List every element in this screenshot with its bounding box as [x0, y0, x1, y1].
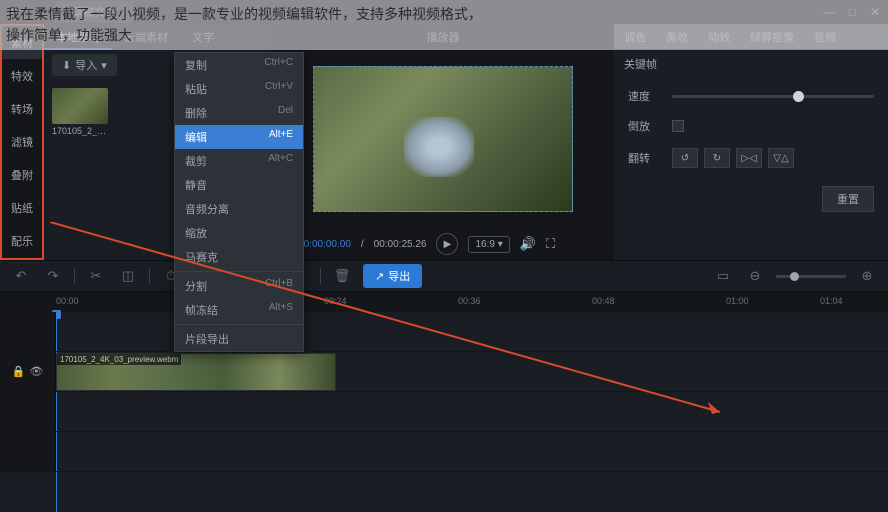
crop-icon[interactable]: ◫ [117, 265, 139, 287]
track-row [0, 432, 888, 472]
thumb-image [52, 88, 108, 124]
menu-export-clip[interactable]: 片段导出 [175, 327, 303, 351]
track-head[interactable] [0, 432, 56, 471]
zoom-slider[interactable] [776, 275, 846, 278]
context-menu: 复制Ctrl+C 粘贴Ctrl+V 删除Del 编辑Alt+E 裁剪Alt+C … [174, 52, 304, 352]
download-icon: ⬇ [62, 59, 71, 72]
timeline: 00:00 00:12 00:24 00:36 00:48 01:00 01:0… [0, 292, 888, 472]
menu-crop[interactable]: 裁剪Alt+C [175, 149, 303, 173]
fullscreen-icon[interactable]: ⛶ [546, 236, 555, 252]
track-head[interactable]: 🔒 👁 [0, 352, 56, 391]
redo-icon[interactable]: ↷ [42, 265, 64, 287]
menu-mute[interactable]: 静音 [175, 173, 303, 197]
properties-panel: 调色 美妆 动效 绿屏抠像 音频 关键帧 速度 倒放 翻转 ↺ ↻ ▷◁ [614, 24, 888, 260]
time-sep: / [361, 239, 364, 250]
undo-icon[interactable]: ↶ [10, 265, 32, 287]
eye-icon[interactable]: 👁 [29, 365, 43, 378]
sidebar-item-effects[interactable]: 特效 [2, 59, 42, 92]
lock-icon[interactable]: 🔒 [12, 365, 26, 378]
export-icon: ↗ [375, 270, 384, 283]
rotate-ccw-button[interactable]: ↺ [672, 148, 698, 168]
menu-mosaic[interactable]: 马赛克 [175, 245, 303, 269]
track-row: 🔒 👁 170105_2_4K_03_preview.webm [0, 352, 888, 392]
flip-h-button[interactable]: ▷◁ [736, 148, 762, 168]
player-controls: ● 00:00:00.00 / 00:00:25.26 ▶ 16:9 ▾ 🔊 ⛶ [272, 228, 614, 260]
menu-delete[interactable]: 删除Del [175, 101, 303, 125]
left-sidebar: 素材 特效 转场 滤镜 叠附 贴纸 配乐 [0, 24, 44, 260]
clip-label: 170105_2_4K_03_preview.webm [57, 354, 181, 365]
video-clip[interactable]: 170105_2_4K_03_preview.webm [56, 353, 336, 391]
delete-icon[interactable]: 🗑 [331, 265, 353, 287]
reverse-label: 倒放 [628, 118, 660, 134]
marker-icon[interactable]: ▭ [712, 265, 734, 287]
import-label: 导入 [75, 57, 97, 73]
timeline-ruler[interactable]: 00:00 00:12 00:24 00:36 00:48 01:00 01:0… [0, 292, 888, 312]
thumb-label: 170105_2_4K... [52, 126, 108, 136]
volume-icon[interactable]: 🔊 [520, 236, 536, 252]
timeline-toolbar: ↶ ↷ ✂ ◫ ⏱ 🎤 T ▦ ❄ 🗑 ↗ 导出 ▭ ⊖ ⊕ [0, 260, 888, 292]
reset-button[interactable]: 重置 [822, 186, 874, 212]
tick: 00:24 [324, 296, 347, 306]
overlay-line2: 操作简单，功能强大 [6, 27, 132, 43]
overlay-line1: 我在柔情截了一段小视频，是一款专业的视频编辑软件，支持多种视频格式， [6, 6, 482, 22]
time-current: 00:00:00.00 [298, 239, 351, 250]
speed-label: 速度 [628, 88, 660, 104]
video-preview[interactable] [313, 66, 573, 212]
track-row [0, 312, 888, 352]
tick: 00:00 [56, 296, 79, 306]
menu-zoom[interactable]: 缩放 [175, 221, 303, 245]
sidebar-item-overlay[interactable]: 叠附 [2, 158, 42, 191]
aspect-ratio-select[interactable]: 16:9 ▾ [468, 236, 509, 253]
keyframe-button[interactable]: 关键帧 [614, 50, 888, 78]
split-icon[interactable]: ✂ [85, 265, 107, 287]
export-button[interactable]: ↗ 导出 [363, 264, 422, 288]
track-row [0, 392, 888, 432]
sidebar-item-transition[interactable]: 转场 [2, 92, 42, 125]
import-button[interactable]: ⬇ 导入 ▾ [52, 54, 117, 76]
sidebar-item-sticker[interactable]: 贴纸 [2, 191, 42, 224]
tick: 01:00 [726, 296, 749, 306]
description-overlay: 我在柔情截了一段小视频，是一款专业的视频编辑软件，支持多种视频格式， 操作简单，… [0, 0, 888, 50]
menu-edit[interactable]: 编辑Alt+E [175, 125, 303, 149]
tick: 01:04 [820, 296, 843, 306]
tick: 00:48 [592, 296, 615, 306]
track-head[interactable] [0, 312, 56, 351]
play-button[interactable]: ▶ [436, 233, 458, 255]
chevron-down-icon: ▾ [101, 59, 107, 72]
tick: 00:36 [458, 296, 481, 306]
time-total: 00:00:25.26 [374, 239, 427, 250]
menu-copy[interactable]: 复制Ctrl+C [175, 53, 303, 77]
menu-paste[interactable]: 粘贴Ctrl+V [175, 77, 303, 101]
track-head[interactable] [0, 392, 56, 431]
flip-label: 翻转 [628, 150, 660, 166]
preview-panel: 播放器 ● 00:00:00.00 / 00:00:25.26 ▶ 16:9 ▾… [272, 24, 614, 260]
rotate-cw-button[interactable]: ↻ [704, 148, 730, 168]
speed-slider[interactable] [672, 95, 874, 98]
sidebar-item-filter[interactable]: 滤镜 [2, 125, 42, 158]
menu-audio-detach[interactable]: 音频分离 [175, 197, 303, 221]
menu-split[interactable]: 分割Ctrl+B [175, 274, 303, 298]
media-thumb[interactable]: 170105_2_4K... [52, 88, 108, 136]
menu-freeze[interactable]: 帧冻结Alt+S [175, 298, 303, 322]
zoom-out-icon[interactable]: ⊖ [744, 265, 766, 287]
zoom-in-icon[interactable]: ⊕ [856, 265, 878, 287]
flip-v-button[interactable]: ▽△ [768, 148, 794, 168]
reverse-checkbox[interactable] [672, 120, 684, 132]
export-label: 导出 [388, 268, 410, 284]
sidebar-item-music[interactable]: 配乐 [2, 224, 42, 257]
media-panel: 本地素材 云端素材 文字 ⬇ 导入 ▾ 170105_2_4K... 复制Ctr… [44, 24, 272, 260]
